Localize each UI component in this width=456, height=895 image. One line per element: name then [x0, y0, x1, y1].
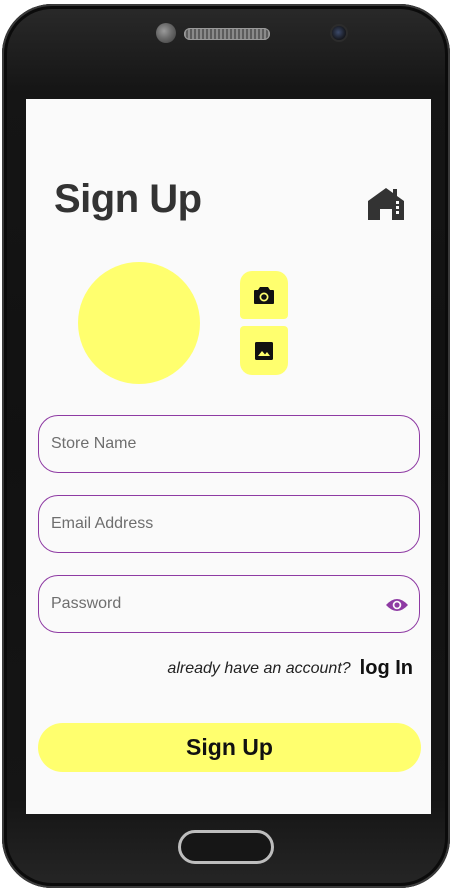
email-input[interactable] [39, 496, 419, 552]
avatar[interactable] [78, 262, 200, 384]
app-screen: Sign Up Store Name Email Address already… [26, 99, 431, 814]
front-camera-icon [332, 26, 346, 40]
camera-icon [254, 287, 274, 304]
login-prompt-text: already have an account? [167, 659, 351, 677]
toggle-password-visibility-button[interactable] [385, 593, 409, 617]
page-title: Sign Up [54, 177, 202, 221]
take-photo-button[interactable] [240, 271, 288, 319]
eye-icon [386, 599, 408, 611]
login-link[interactable]: log In [360, 657, 413, 680]
email-field[interactable] [38, 495, 420, 553]
store-name-input[interactable] [39, 416, 419, 472]
store-name-field[interactable] [38, 415, 420, 473]
earpiece-speaker [184, 28, 270, 40]
phone-device-frame: Sign Up Store Name Email Address already… [2, 4, 450, 888]
password-input[interactable] [39, 576, 419, 632]
store-icon[interactable] [366, 187, 406, 221]
image-icon [255, 341, 273, 360]
home-button[interactable] [178, 830, 274, 864]
sign-up-button[interactable]: Sign Up [38, 723, 421, 772]
password-field[interactable] [38, 575, 420, 633]
sensor-icon [156, 23, 176, 43]
pick-image-button[interactable] [240, 326, 288, 375]
login-prompt-row: already have an account? log In [167, 657, 413, 680]
